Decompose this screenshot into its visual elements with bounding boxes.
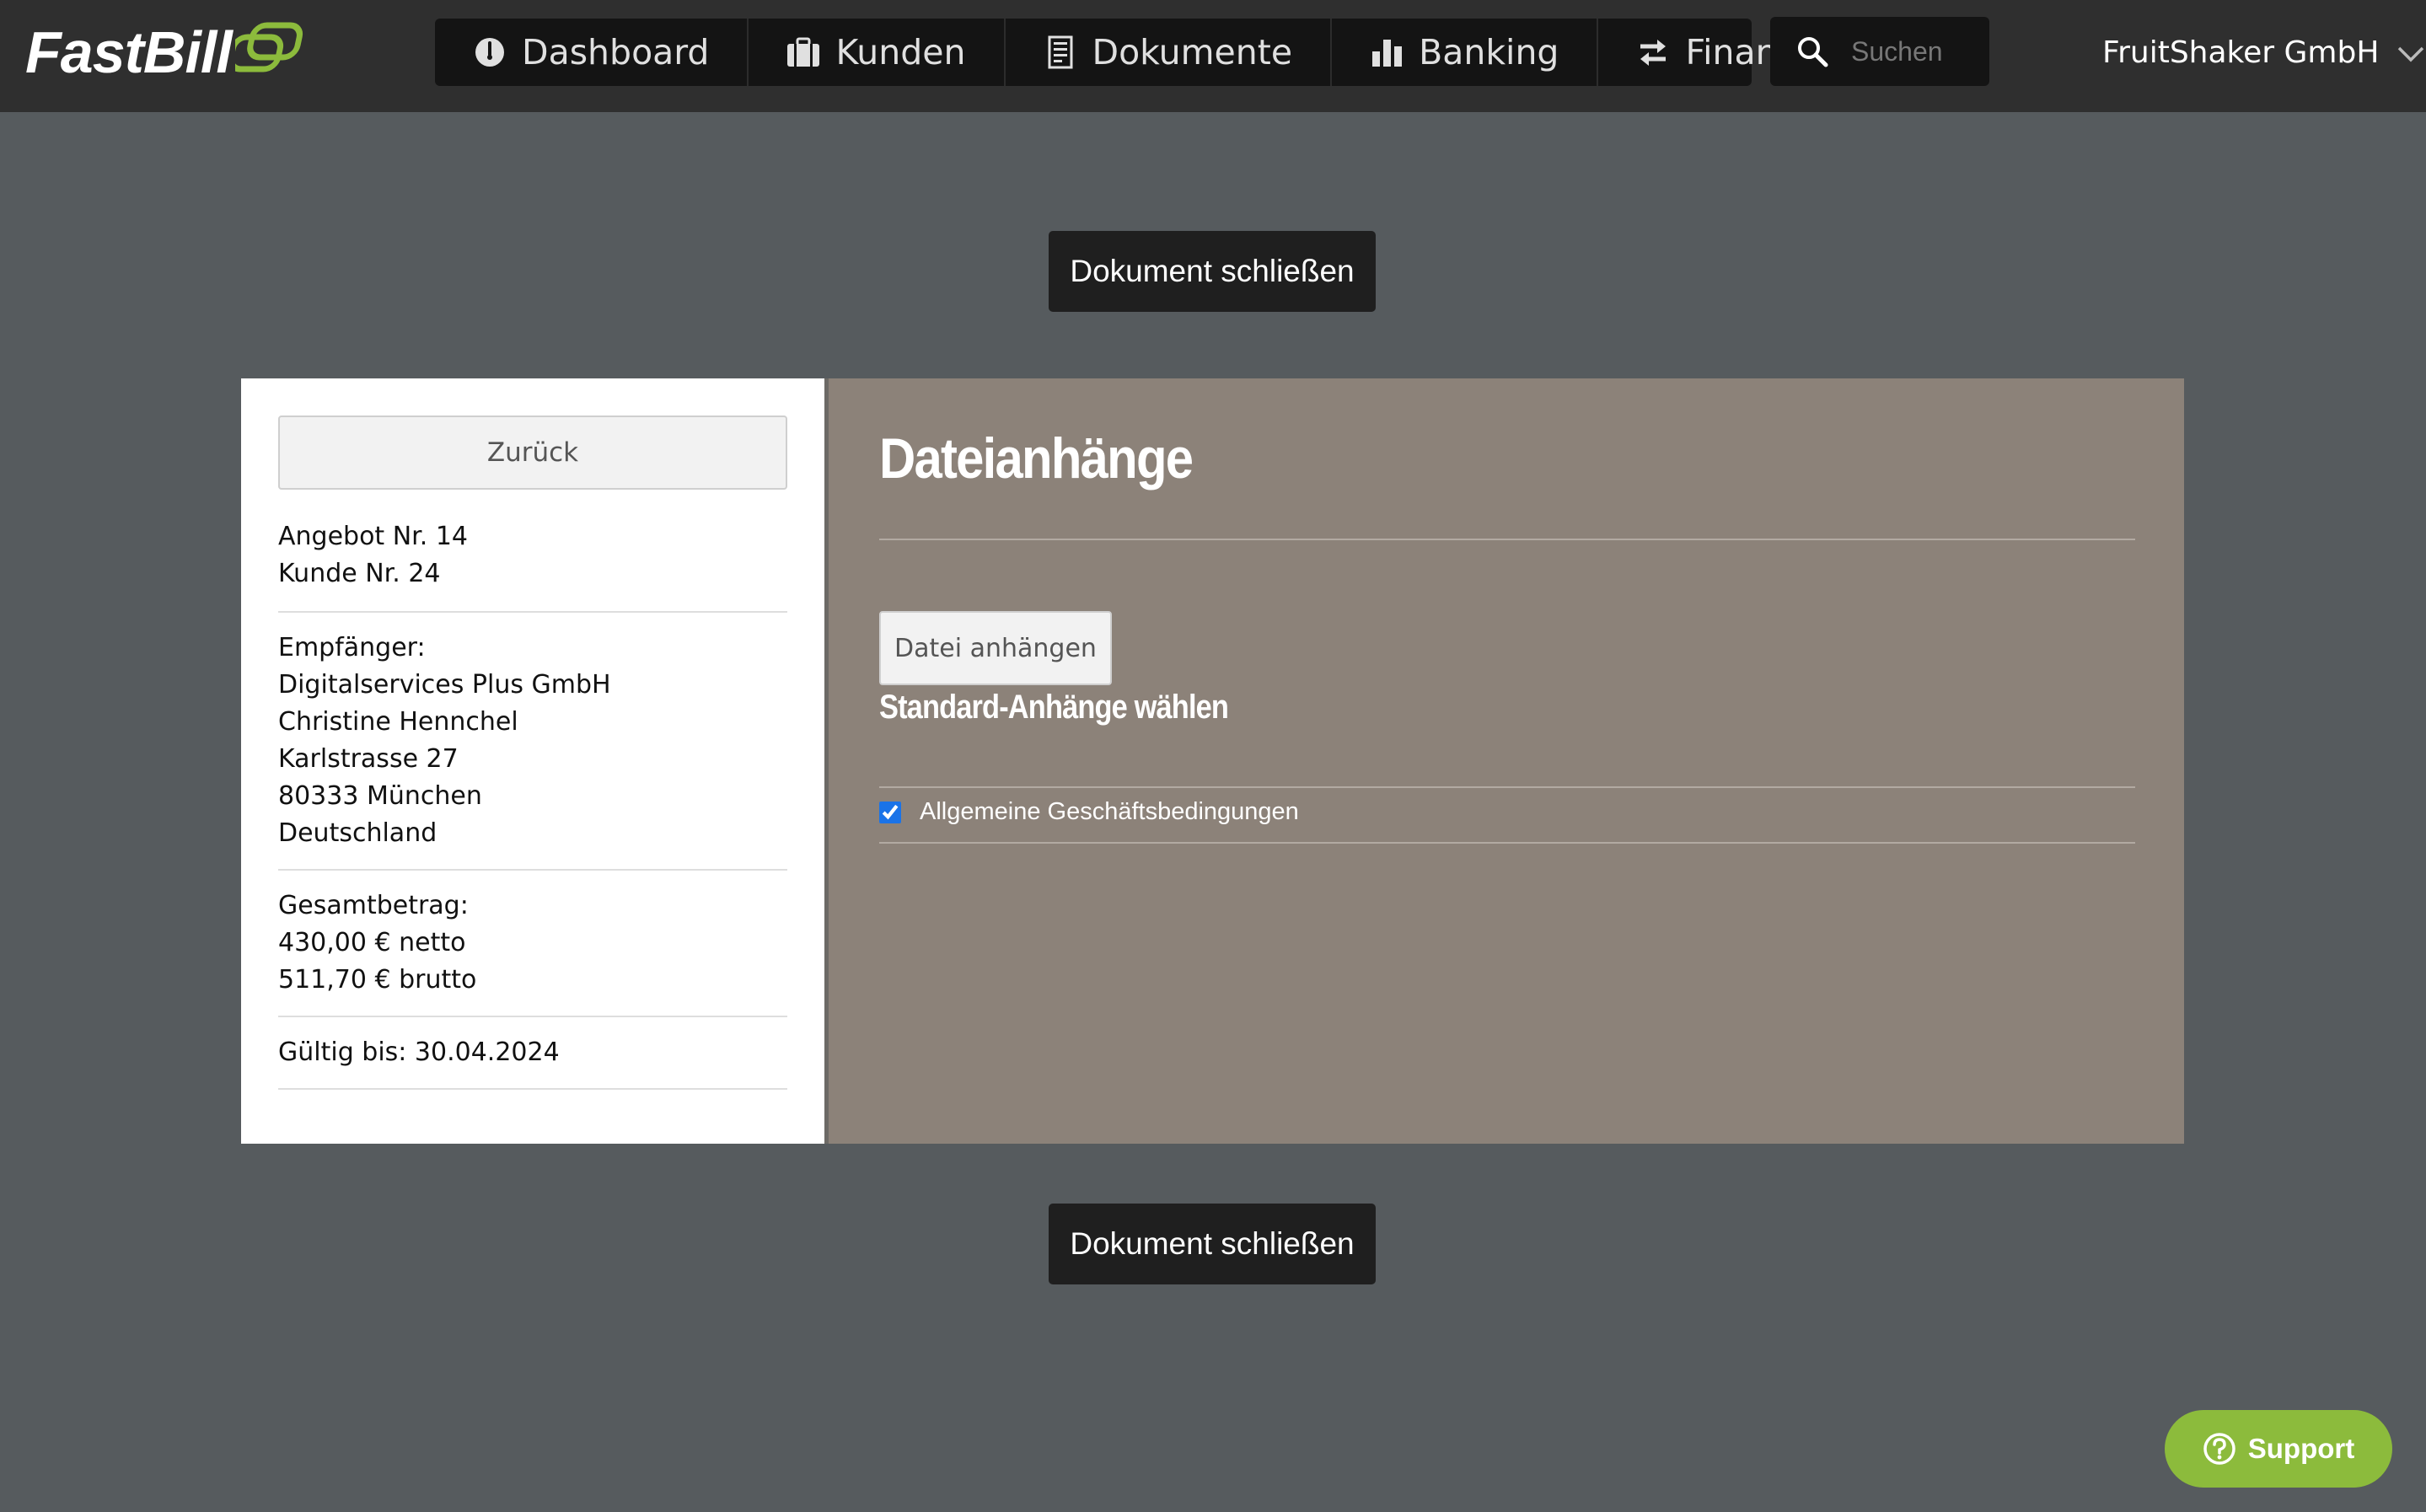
total-label: Gesamtbetrag: <box>278 891 469 920</box>
logo-mark-icon <box>234 22 303 72</box>
total-net: 430,00 € netto <box>278 928 466 957</box>
company-name: FruitShaker GmbH <box>2102 35 2380 70</box>
transfer-arrows-icon <box>1636 35 1670 69</box>
total-gross: 511,70 € brutto <box>278 965 477 995</box>
dashboard-gauge-icon <box>473 35 507 69</box>
logo-text: FastBill <box>25 19 233 85</box>
validity-block: Gültig bis: 30.04.2024 <box>278 1034 787 1071</box>
offer-number: Angebot Nr. 14 <box>278 522 468 551</box>
standard-attachment-item[interactable]: Allgemeine Geschäftsbedingungen <box>879 798 1299 826</box>
list-divider-bottom <box>879 842 2135 844</box>
support-button[interactable]: Support <box>2165 1410 2392 1488</box>
nav-item-dashboard[interactable]: Dashboard <box>435 19 749 86</box>
bar-chart-icon <box>1370 35 1404 69</box>
recipient-country: Deutschland <box>278 818 437 848</box>
document-panel: Zurück Angebot Nr. 14 Kunde Nr. 24 Empfä… <box>241 378 2184 1144</box>
attach-file-button[interactable]: Datei anhängen <box>879 611 1112 685</box>
support-label: Support <box>2247 1433 2355 1464</box>
recipient-city: 80333 München <box>278 781 482 811</box>
total-block: Gesamtbetrag: 430,00 € netto 511,70 € br… <box>278 887 787 999</box>
search-input[interactable] <box>1849 35 1979 68</box>
document-icon <box>1044 35 1077 69</box>
chevron-down-icon <box>2397 35 2424 70</box>
search-icon[interactable] <box>1795 35 1829 68</box>
nav-label: Dokumente <box>1092 32 1293 72</box>
search-box <box>1770 17 1989 86</box>
standard-attachments-title: Standard-Anhänge wählen <box>879 689 1229 726</box>
recipient-block: Empfänger: Digitalservices Plus GmbH Chr… <box>278 630 787 852</box>
list-divider-top <box>879 786 2135 788</box>
nav-item-dokumente[interactable]: Dokumente <box>1006 19 1333 86</box>
nav-label: Dashboard <box>522 32 710 72</box>
attachments-title: Dateianhänge <box>879 426 1194 491</box>
fastbill-logo[interactable]: FastBill <box>25 19 308 86</box>
agb-checkbox-label[interactable]: Allgemeine Geschäftsbedingungen <box>920 798 1299 826</box>
recipient-street: Karlstrasse 27 <box>278 744 459 774</box>
divider <box>278 1088 787 1090</box>
recipient-contact: Christine Hennchel <box>278 707 518 737</box>
back-button[interactable]: Zurück <box>278 416 787 490</box>
nav-item-banking[interactable]: Banking <box>1332 19 1599 86</box>
main-nav: Dashboard Kunden Dokumente Banking Finan… <box>435 19 1838 86</box>
recipient-label: Empfänger: <box>278 633 426 662</box>
nav-label: Kunden <box>835 32 966 72</box>
document-ids: Angebot Nr. 14 Kunde Nr. 24 <box>278 518 787 592</box>
divider <box>278 611 787 613</box>
nav-item-kunden[interactable]: Kunden <box>749 19 1006 86</box>
close-document-button-bottom[interactable]: Dokument schließen <box>1049 1204 1376 1284</box>
divider <box>278 1016 787 1017</box>
divider <box>278 869 787 871</box>
recipient-company: Digitalservices Plus GmbH <box>278 670 611 700</box>
customer-number: Kunde Nr. 24 <box>278 559 441 588</box>
nav-label: Banking <box>1419 32 1559 72</box>
agb-checkbox[interactable] <box>879 801 901 823</box>
valid-until: Gültig bis: 30.04.2024 <box>278 1037 560 1067</box>
help-circle-icon <box>2203 1432 2236 1466</box>
document-summary-sidebar: Zurück Angebot Nr. 14 Kunde Nr. 24 Empfä… <box>241 378 824 1144</box>
title-divider <box>879 539 2135 540</box>
close-document-button-top[interactable]: Dokument schließen <box>1049 231 1376 312</box>
attachments-panel: Dateianhänge Datei anhängen Standard-Anh… <box>829 378 2184 1144</box>
company-menu[interactable]: FruitShaker GmbH <box>2102 29 2424 76</box>
briefcase-icon <box>786 35 820 69</box>
top-bar: FastBill Dashboard Kunden Dokumente Bank… <box>0 0 2426 112</box>
